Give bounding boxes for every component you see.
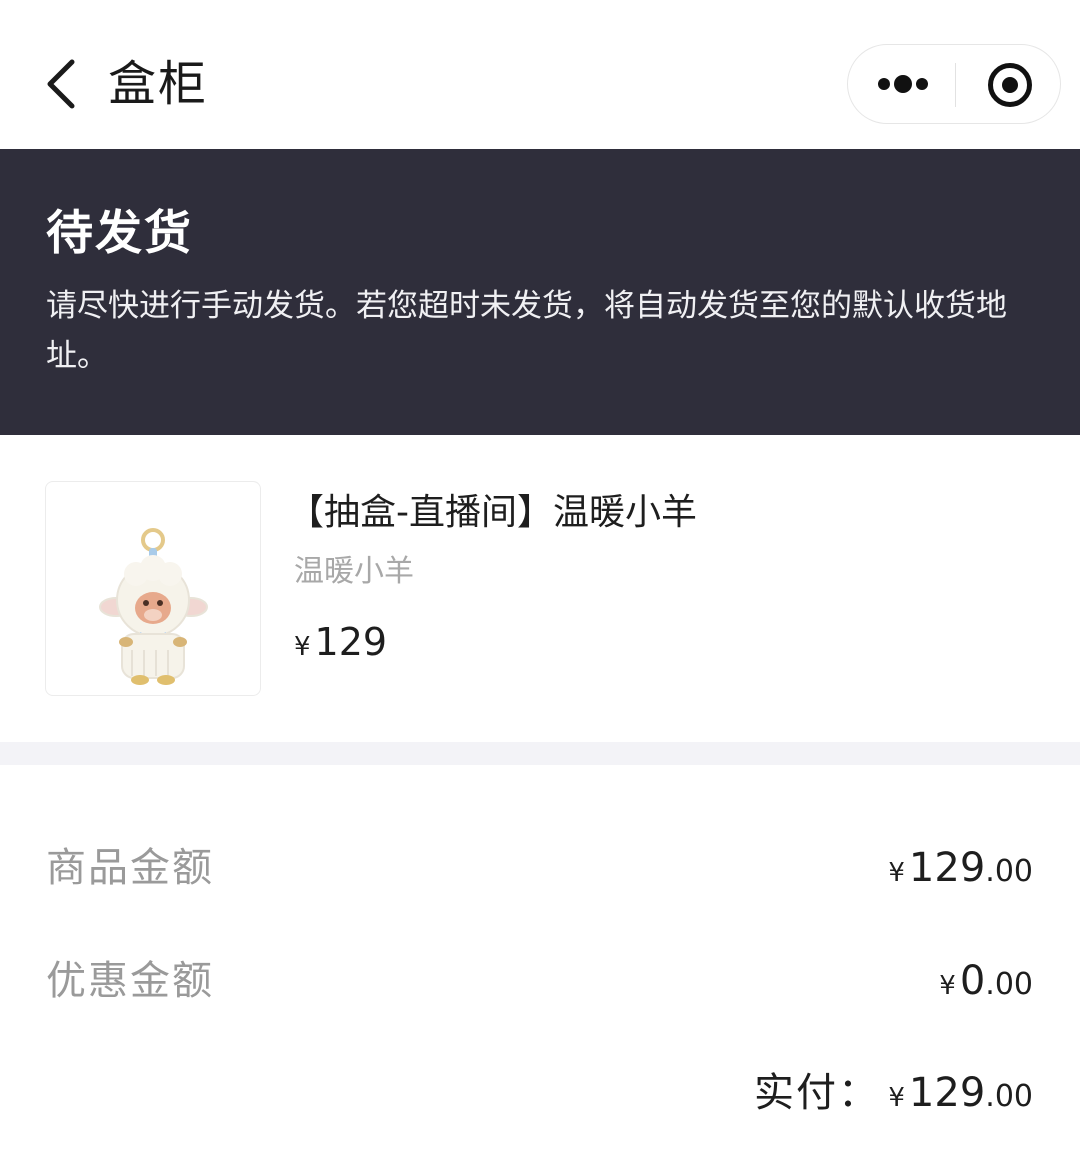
amount-integer: 129 (908, 845, 986, 891)
back-button[interactable] (40, 56, 84, 112)
sheep-plush-image (99, 528, 208, 685)
paid-amount-value: ¥129.00 (888, 1067, 1033, 1127)
product-name: 【抽盒-直播间】温暖小羊 (288, 492, 697, 533)
amount-decimal: .00 (985, 967, 1033, 1002)
close-button[interactable] (956, 45, 1062, 123)
status-description: 请尽快进行手动发货。若您超时未发货，将自动发货至您的默认收货地址。 (46, 288, 1007, 374)
navigation-bar: 盒柜 (0, 0, 1080, 149)
paid-label: 实付： (754, 1070, 880, 1116)
payment-summary: 商品金额 ¥129.00 优惠金额 ¥0.00 实付： ¥129.00 (0, 765, 1080, 1160)
product-image[interactable] (45, 481, 261, 696)
amount-decimal: .00 (985, 854, 1033, 889)
currency-symbol: ¥ (294, 632, 311, 662)
price-value: 129 (314, 620, 388, 664)
product-price: ¥129 (294, 620, 387, 672)
goods-amount-value: ¥129.00 (888, 842, 1033, 902)
currency-symbol: ¥ (888, 1083, 905, 1113)
currency-symbol: ¥ (888, 858, 905, 888)
more-button[interactable] (848, 45, 955, 123)
product-card[interactable]: 【抽盒-直播间】温暖小羊 温暖小羊 ¥129 (0, 435, 1080, 742)
amount-integer: 0 (959, 958, 986, 1004)
amount-integer: 129 (908, 1070, 986, 1116)
order-detail-page: 盒柜 待发货 请尽快进行手动发货。若您超时未发货，将自动发货至您的默认收货地址。 (0, 0, 1080, 1160)
status-title: 待发货 (46, 206, 193, 261)
product-subtitle: 温暖小羊 (294, 554, 414, 589)
goods-amount-label: 商品金额 (46, 845, 214, 891)
discount-amount-label: 优惠金额 (46, 958, 214, 1004)
status-banner: 待发货 请尽快进行手动发货。若您超时未发货，将自动发货至您的默认收货地址。 (0, 149, 1080, 435)
target-close-icon (988, 63, 1032, 107)
page-title: 盒柜 (108, 56, 209, 112)
currency-symbol: ¥ (939, 971, 956, 1001)
more-dots-icon (878, 75, 928, 93)
amount-decimal: .00 (985, 1079, 1033, 1114)
chevron-left-icon (47, 59, 75, 109)
discount-amount-value: ¥0.00 (939, 955, 1033, 1015)
mini-program-capsule (847, 44, 1061, 124)
section-divider (0, 742, 1080, 765)
